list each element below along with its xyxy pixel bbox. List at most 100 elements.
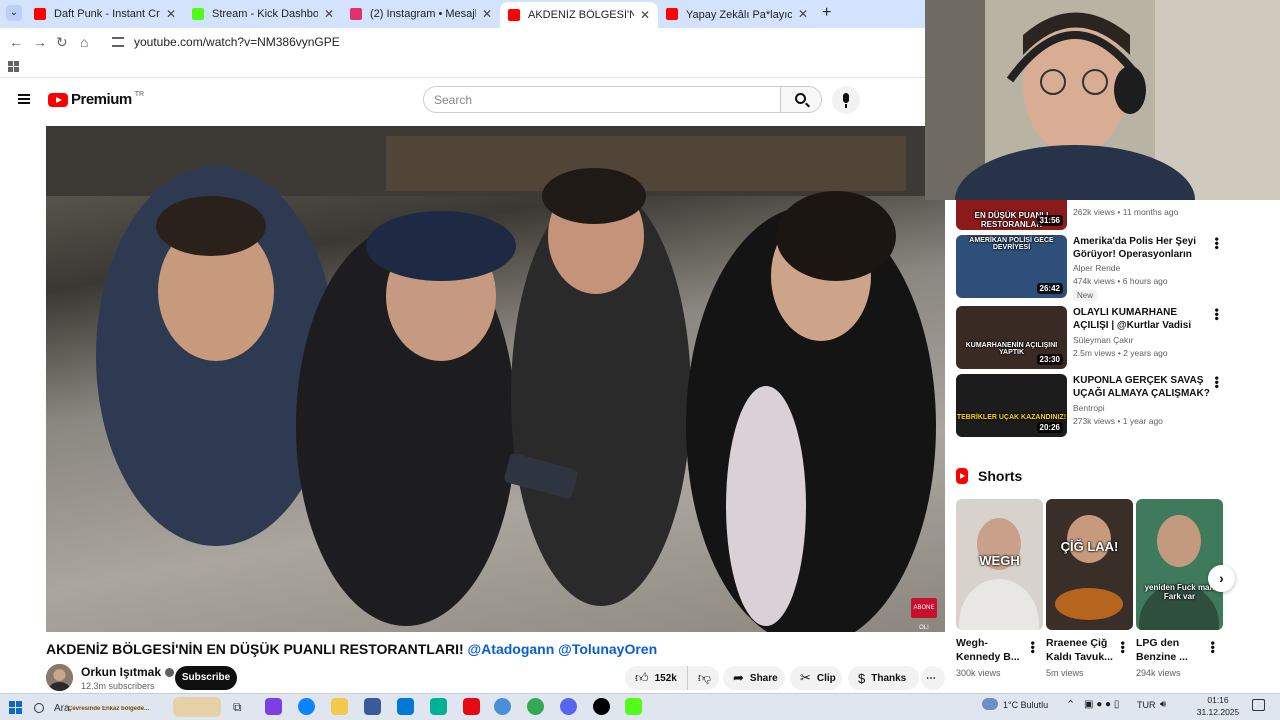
- short-thumbnail: WEGH: [956, 499, 1043, 630]
- reload-icon[interactable]: ↻: [56, 34, 68, 51]
- more-vertical-icon[interactable]: •••: [1116, 641, 1130, 654]
- site-info-icon[interactable]: [112, 37, 124, 47]
- short-item-1[interactable]: ÇİĞ LAA! Rraenee Çiğ Kaldı Tavuk... 5m v…: [1046, 499, 1133, 679]
- related-thumbnail: KUMARHANENİN AÇILIŞINI YAPTIK 23:30: [956, 306, 1067, 369]
- file-explorer-icon[interactable]: [331, 698, 348, 715]
- search-button[interactable]: [781, 86, 822, 113]
- thanks-button[interactable]: $ Thanks: [848, 666, 919, 690]
- xbox-icon[interactable]: [430, 698, 447, 715]
- browser-tab-strip: ⌄ Daft Punk - Instant Crush (Offic ✕ Str…: [0, 0, 925, 28]
- browser-tab-1[interactable]: Daft Punk - Instant Crush (Offic ✕: [26, 2, 184, 26]
- short-item-0[interactable]: WEGH Wegh-Kennedy B... 300k views •••: [956, 499, 1043, 679]
- share-button[interactable]: ➦ Share: [723, 666, 785, 690]
- more-horizontal-icon: ⋯: [926, 672, 936, 684]
- more-vertical-icon[interactable]: •••: [1026, 641, 1040, 654]
- youtube-premium-logo[interactable]: Premium TR: [48, 91, 144, 108]
- back-icon[interactable]: ←: [9, 34, 23, 50]
- channel-name: Süleyman Çakır: [1073, 335, 1134, 345]
- shorts-next-button[interactable]: ›: [1208, 565, 1235, 592]
- tray-apps-icons[interactable]: ▣ ● ● ▯: [1084, 699, 1119, 710]
- subscribe-button[interactable]: Subscribe: [175, 666, 237, 690]
- url-text: youtube.com/watch?v=NM386vynGPE: [134, 35, 340, 49]
- more-vertical-icon[interactable]: •••: [1210, 237, 1224, 250]
- discord-icon[interactable]: [560, 698, 577, 715]
- related-video-3[interactable]: TEBRİKLER UÇAK KAZANDINIZ! 20:26 KUPONLA…: [956, 374, 1226, 437]
- browser-tab-active[interactable]: AKDENİZ BÖLGESİ'NİN EN DÜŞ ✕: [500, 2, 658, 28]
- share-icon: ➦: [733, 670, 744, 685]
- chrome-icon[interactable]: [527, 698, 544, 715]
- related-video-0[interactable]: EN DÜŞÜK PUANLI RESTORANLAR 31:56 262k v…: [956, 167, 1226, 230]
- weather-icon[interactable]: [982, 698, 998, 710]
- copilot-icon[interactable]: [265, 698, 282, 715]
- youtube-favicon-icon: [508, 9, 520, 21]
- browser-tab-2[interactable]: Stream - Kick Dashboard ✕: [184, 2, 342, 26]
- related-video-2[interactable]: KUMARHANENİN AÇILIŞINI YAPTIK 23:30 OLAY…: [956, 306, 1226, 369]
- video-frame: [46, 126, 945, 632]
- youtube-header: Premium TR Search: [0, 80, 925, 120]
- channel-avatar[interactable]: [46, 664, 73, 691]
- more-vertical-icon[interactable]: •••: [1206, 641, 1220, 654]
- tab-close-icon[interactable]: ✕: [482, 7, 492, 21]
- video-title-text: AKDENİZ BÖLGESİ'NİN EN DÜŞÜK PUANLI REST…: [46, 641, 464, 657]
- store-icon[interactable]: [364, 698, 381, 715]
- clock[interactable]: 01:16 31.12.2025: [1193, 694, 1243, 718]
- channel-name-text: Orkun Işıtmak: [81, 665, 162, 679]
- outlook-icon[interactable]: [397, 698, 414, 715]
- notifications-icon[interactable]: [1252, 699, 1265, 711]
- netflix-icon[interactable]: [463, 698, 480, 715]
- clip-button[interactable]: ✂ Clip: [790, 666, 842, 690]
- more-vertical-icon[interactable]: •••: [1210, 376, 1224, 389]
- edge-icon[interactable]: [298, 698, 315, 715]
- tab-title: AKDENİZ BÖLGESİ'NİN EN DÜŞ: [528, 9, 634, 21]
- short-item-2[interactable]: yeniden Fuck man Fark var LPG den Benzin…: [1136, 499, 1223, 679]
- weather-text[interactable]: 1°C Bulutlu: [1003, 700, 1048, 710]
- forward-icon[interactable]: →: [33, 34, 47, 50]
- tab-close-icon[interactable]: ✕: [798, 7, 808, 21]
- voice-search-icon[interactable]: [832, 86, 860, 114]
- browser-tab-3[interactable]: (2) Instagram • Mesajlar ✕: [342, 2, 500, 26]
- short-views: 5m views: [1046, 668, 1084, 678]
- task-view-icon[interactable]: ⧉: [233, 700, 242, 715]
- video-title: Amerika'da Polis Her Şeyi Görüyor! Opera…: [1073, 236, 1196, 260]
- thanks-icon: $: [858, 670, 866, 686]
- tab-close-icon[interactable]: ✕: [166, 7, 176, 21]
- related-video-1[interactable]: AMERİKAN POLİSİ GECE DEVRİYESİ 26:42 Ame…: [956, 235, 1226, 301]
- dislike-button[interactable]: 👎︎: [688, 670, 721, 686]
- video-title-mentions[interactable]: @Atadogann @TolunayOren: [468, 641, 658, 657]
- obs-icon[interactable]: [593, 698, 610, 715]
- like-button[interactable]: 👍︎ 152k: [625, 666, 688, 690]
- video-player[interactable]: ABONE OL!: [46, 126, 945, 632]
- subscribe-watermark[interactable]: ABONE OL!: [911, 598, 937, 631]
- browser-tab-5[interactable]: Yapay Zekâlı Pa*layıcı Drone😮 ✕: [658, 2, 816, 26]
- more-vertical-icon[interactable]: •••: [1210, 308, 1224, 321]
- tray-chevron-icon[interactable]: ⌃: [1066, 698, 1075, 711]
- new-tab-icon[interactable]: +: [822, 4, 831, 22]
- apps-grid-icon[interactable]: [8, 61, 19, 72]
- tab-title: Stream - Kick Dashboard: [212, 8, 318, 20]
- search-input[interactable]: Search: [423, 86, 781, 113]
- tab-close-icon[interactable]: ✕: [640, 8, 650, 22]
- like-dislike-group: 👍︎ 152k 👎︎: [625, 666, 719, 690]
- video-title: KUPONLA GERÇEK SAVAŞ UÇAĞI ALMAYA ÇALIŞM…: [1073, 375, 1210, 399]
- home-icon[interactable]: ⌂: [80, 34, 88, 50]
- menu-icon[interactable]: [18, 94, 30, 104]
- windows-start-icon[interactable]: [9, 701, 22, 714]
- short-title: LPG den Benzine ...: [1136, 637, 1188, 663]
- volume-icon[interactable]: 🔊︎: [1160, 699, 1166, 710]
- more-actions-button[interactable]: ⋯: [921, 666, 945, 690]
- news-widget-icon[interactable]: [173, 697, 221, 717]
- clock-date: 31.12.2025: [1196, 707, 1240, 717]
- short-title: Rraenee Çiğ Kaldı Tavuk...: [1046, 637, 1113, 663]
- language-indicator[interactable]: TUR: [1137, 700, 1156, 710]
- thumbnail-caption: TEBRİKLER UÇAK KAZANDINIZ!: [956, 414, 1067, 421]
- settings-app-icon[interactable]: [494, 698, 511, 715]
- channel-name[interactable]: Orkun Işıtmak: [81, 665, 175, 679]
- tab-search-chevron-icon[interactable]: ⌄: [6, 5, 22, 21]
- taskbar-news-ticker[interactable]: Çevresinde Enkaz bölgede...: [68, 706, 168, 712]
- kick-app-icon[interactable]: [625, 698, 642, 715]
- video-meta: 2.5m views • 2 years ago: [1073, 348, 1168, 358]
- tab-close-icon[interactable]: ✕: [324, 7, 334, 21]
- related-thumbnail: AMERİKAN POLİSİ GECE DEVRİYESİ 26:42: [956, 235, 1067, 298]
- video-meta: 474k views • 6 hours ago: [1073, 276, 1168, 286]
- address-bar[interactable]: youtube.com/watch?v=NM386vynGPE: [104, 31, 919, 53]
